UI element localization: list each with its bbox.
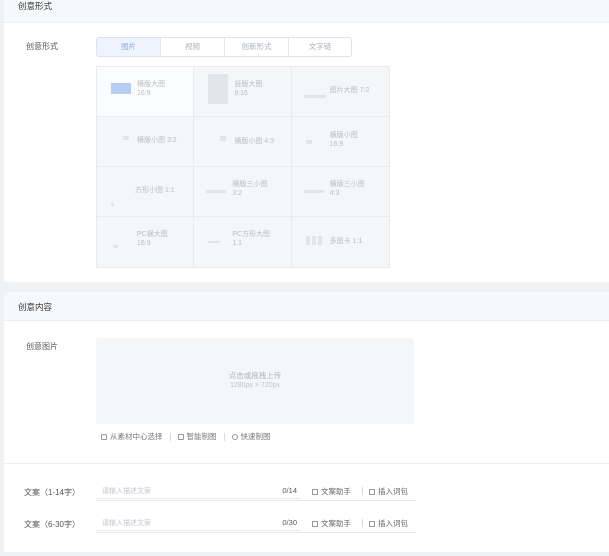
char-counter: 0/14 [282, 486, 297, 495]
upload-hint: 点击或拖拽上传 [228, 371, 282, 380]
thumb-icon [113, 245, 118, 248]
format-option-wide-7-2[interactable]: 图片大图 7:2 [291, 67, 389, 117]
image-upload-area[interactable]: 点击或拖拽上传 1280px × 720px [96, 338, 414, 424]
tab-video[interactable]: 视频 [161, 38, 225, 56]
wordpack-icon [369, 488, 375, 495]
thumb-icon [220, 136, 227, 141]
copy-placeholder: 请输入描述文案 [102, 488, 151, 495]
quick-icon [231, 433, 238, 440]
format-option-small-4-3[interactable]: 横版小图 4:3 [194, 117, 292, 167]
thumb-icon [111, 83, 131, 94]
format-option-small-3-2[interactable]: 横版小图 3:2 [97, 117, 195, 167]
thumb-icon [111, 203, 114, 206]
copy-assistant-button[interactable]: 文案助手 [312, 486, 351, 497]
panel-header: 创意内容 [4, 292, 609, 321]
format-field-label: 创意形式 [26, 42, 58, 51]
copy-label-2: 文案（6-30字） [24, 520, 81, 529]
panel-header: 创意形式 [4, 0, 609, 23]
assistant-icon [312, 488, 318, 495]
format-option-triple-3-2[interactable]: 横版三小图 3:2 [194, 167, 292, 217]
upload-size: 1280px × 720px [229, 382, 280, 389]
format-option-multi-card[interactable]: 多图卡 1:1 [292, 217, 389, 267]
copy-label-1: 文案（1-14字） [24, 488, 81, 497]
tab-text-link[interactable]: 文字链 [289, 38, 351, 56]
copy-input-2[interactable]: 请输入描述文案 0/30 [96, 516, 301, 531]
format-option-pc-landscape[interactable]: PC横大图 16:9 [97, 217, 195, 267]
tab-image[interactable]: 图片 [97, 38, 161, 56]
format-option-landscape-large[interactable]: 横版大图 16:9 [97, 67, 195, 117]
thumb-icon [305, 140, 312, 144]
section-title: 创意形式 [18, 1, 53, 11]
thumb-icon [206, 190, 227, 193]
insert-wordpack-button[interactable]: 插入词包 [369, 486, 408, 497]
format-tabs: 图片 视频 创新形式 文字链 [96, 37, 352, 57]
copy-input-1[interactable]: 请输入描述文案 0/14 [96, 484, 301, 499]
copy-assistant-button[interactable]: 文案助手 [312, 518, 351, 529]
tab-innovative[interactable]: 创新形式 [225, 38, 289, 56]
format-option-triple-4-3[interactable]: 横版三小图 4:3 [291, 167, 389, 217]
char-counter: 0/30 [282, 518, 297, 527]
magic-icon [177, 433, 184, 440]
thumb-icon [305, 236, 310, 245]
format-option-portrait-large[interactable]: 竖版大图 9:16 [194, 67, 292, 117]
wordpack-icon [369, 520, 375, 527]
material-center-button[interactable]: 从素材中心选择 [101, 431, 163, 442]
assistant-icon [312, 520, 318, 527]
smart-design-button[interactable]: 智能制图 [177, 431, 217, 442]
upload-tools: 从素材中心选择 智能制图 快速制图 [101, 431, 271, 442]
section-title: 创意内容 [18, 302, 53, 312]
thumb-icon [303, 95, 326, 98]
quick-design-button[interactable]: 快速制图 [231, 431, 271, 442]
copy-placeholder: 请输入描述文案 [102, 520, 151, 527]
thumb-icon [123, 136, 129, 140]
image-icon [101, 433, 107, 440]
format-grid: 横版大图 16:9 竖版大图 9:16 图片大图 7:2 横版小图 3:2 横版小图… [96, 66, 390, 268]
thumb-icon [311, 236, 316, 245]
format-option-small-16-9[interactable]: 横版小图 16:9 [291, 117, 389, 167]
thumb-icon [208, 74, 229, 104]
thumb-icon [317, 236, 322, 245]
image-field-label: 创意图片 [26, 342, 58, 351]
thumb-icon [208, 241, 221, 243]
divider [4, 463, 609, 464]
thumb-icon [303, 190, 324, 193]
insert-wordpack-button[interactable]: 插入词包 [369, 518, 408, 529]
format-option-square-small[interactable]: 方形小图 1:1 [97, 167, 195, 217]
format-option-pc-square[interactable]: PC方形大图 1:1 [194, 217, 292, 267]
